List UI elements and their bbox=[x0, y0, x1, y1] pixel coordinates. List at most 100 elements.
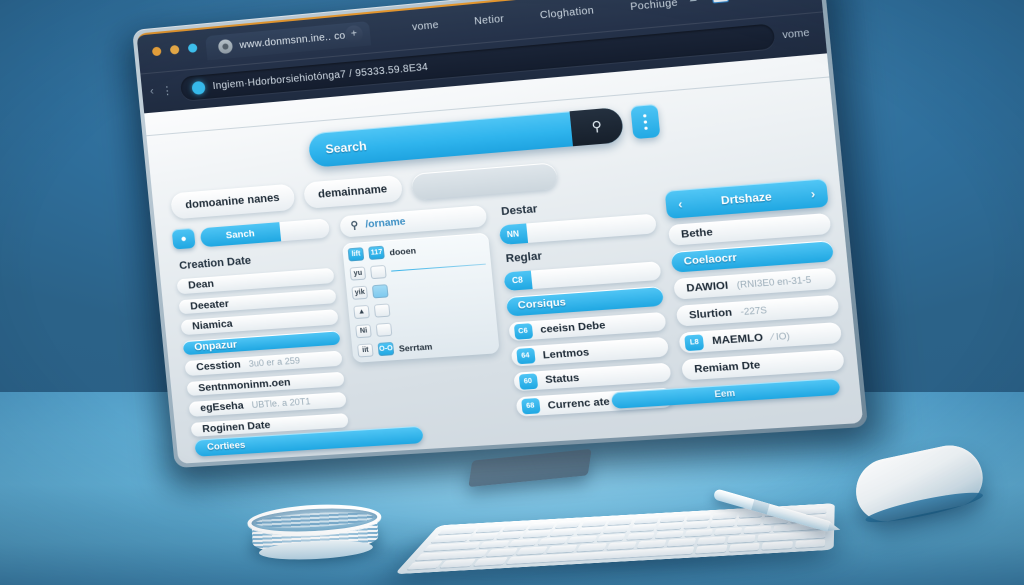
chevron-right-icon[interactable]: › bbox=[810, 186, 816, 201]
key[interactable] bbox=[625, 532, 656, 541]
key[interactable] bbox=[549, 528, 578, 537]
key-cmd-right[interactable] bbox=[695, 544, 728, 554]
key[interactable] bbox=[485, 547, 518, 557]
list-item[interactable]: egEseha UBTle. a 20T1 bbox=[188, 391, 347, 417]
key[interactable] bbox=[714, 527, 742, 536]
checkbox-icon[interactable]: Ni bbox=[355, 324, 372, 339]
find-input[interactable]: ⚲ /orname bbox=[339, 205, 487, 238]
browser-menu-button[interactable]: ⋮ bbox=[161, 83, 173, 97]
pill-domainname[interactable]: demainname bbox=[302, 174, 403, 209]
key[interactable] bbox=[576, 542, 608, 552]
key[interactable] bbox=[508, 538, 540, 547]
window-controls[interactable] bbox=[151, 43, 198, 57]
key[interactable] bbox=[683, 521, 710, 529]
key[interactable] bbox=[478, 540, 511, 549]
key[interactable] bbox=[606, 541, 637, 550]
chevron-left-icon[interactable]: ‹ bbox=[677, 196, 683, 211]
pill-blank[interactable] bbox=[410, 162, 558, 201]
back-button[interactable]: ‹ bbox=[150, 85, 155, 97]
list-item[interactable]: Niamica bbox=[180, 309, 339, 335]
key-arrow[interactable] bbox=[761, 541, 793, 550]
key[interactable] bbox=[736, 518, 762, 526]
reglar-input[interactable]: C8 bbox=[502, 260, 662, 292]
key[interactable] bbox=[636, 539, 667, 549]
nav-link-cloghation[interactable]: Cloghation bbox=[539, 5, 594, 21]
pagination-control[interactable]: ‹ Drtshaze › bbox=[664, 178, 829, 219]
key[interactable] bbox=[666, 538, 697, 547]
list-item[interactable]: Sentnmoninm.oen bbox=[186, 371, 345, 397]
magnifier-icon[interactable]: ⚲ bbox=[569, 106, 625, 147]
key[interactable] bbox=[496, 531, 525, 540]
key[interactable] bbox=[596, 533, 627, 542]
key[interactable] bbox=[603, 525, 630, 534]
key[interactable] bbox=[469, 532, 499, 541]
key[interactable] bbox=[528, 521, 557, 530]
key[interactable] bbox=[684, 528, 713, 537]
checkbox-icon[interactable]: lift bbox=[347, 247, 365, 262]
key-alt-right[interactable] bbox=[728, 543, 760, 552]
key[interactable] bbox=[712, 511, 738, 520]
list-item-selected[interactable]: Corsiqus bbox=[505, 286, 665, 317]
key[interactable] bbox=[743, 525, 771, 534]
list-item[interactable]: C6 ceeisn Debe bbox=[507, 311, 667, 342]
extension-icon[interactable] bbox=[711, 0, 730, 4]
key[interactable] bbox=[655, 530, 685, 539]
key-alt[interactable] bbox=[440, 558, 476, 568]
list-item[interactable]: Slurtion -227S bbox=[676, 294, 840, 327]
home-icon[interactable]: ▲ bbox=[685, 0, 700, 5]
list-item[interactable]: 64 Lentmos bbox=[510, 337, 670, 367]
pill-domain-names[interactable]: domoanine nanes bbox=[170, 183, 296, 220]
key[interactable] bbox=[502, 523, 531, 531]
nav-link-pochiuge[interactable]: Pochiuge bbox=[630, 0, 679, 13]
list-item[interactable]: Cesstion 3u0 er a 259 bbox=[184, 350, 343, 376]
key[interactable] bbox=[659, 514, 686, 523]
checkbox-box[interactable] bbox=[372, 284, 389, 299]
key[interactable] bbox=[576, 526, 604, 535]
key[interactable] bbox=[710, 519, 736, 528]
list-item[interactable]: Bethe bbox=[668, 212, 832, 246]
nav-link-vome[interactable]: vome bbox=[412, 20, 440, 34]
nav-link-netior[interactable]: Netior bbox=[474, 14, 505, 28]
checkbox-box[interactable] bbox=[370, 264, 387, 280]
window-control-minimize[interactable] bbox=[169, 44, 180, 55]
search-toggle[interactable]: Sanch bbox=[199, 217, 331, 247]
person-icon[interactable]: ● bbox=[171, 227, 196, 250]
key[interactable] bbox=[629, 524, 657, 532]
browser-tab[interactable]: www.donmsnn.ine.. com. bbox=[205, 21, 371, 61]
key[interactable] bbox=[430, 534, 472, 543]
window-control-close[interactable] bbox=[151, 46, 162, 57]
destar-input[interactable]: NN bbox=[498, 213, 658, 245]
key[interactable] bbox=[656, 522, 683, 531]
window-control-maximize[interactable] bbox=[187, 43, 198, 53]
key[interactable] bbox=[522, 529, 551, 538]
checkbox-icon[interactable]: yu bbox=[349, 266, 367, 281]
list-item[interactable]: 60 Status bbox=[512, 362, 672, 392]
key[interactable] bbox=[581, 519, 608, 527]
checkbox-icon[interactable]: ▲ bbox=[353, 304, 371, 320]
checkbox-icon[interactable]: yik bbox=[351, 285, 369, 300]
key[interactable] bbox=[476, 524, 505, 533]
checkbox-box[interactable] bbox=[373, 303, 391, 318]
key-arrow[interactable] bbox=[794, 539, 826, 548]
key[interactable] bbox=[727, 534, 756, 543]
key[interactable] bbox=[633, 516, 660, 524]
key[interactable] bbox=[537, 536, 569, 546]
key[interactable] bbox=[516, 546, 548, 555]
list-item-selected[interactable]: Coelaocrr bbox=[670, 240, 835, 273]
checkbox-icon[interactable]: iit bbox=[357, 343, 374, 358]
key[interactable] bbox=[697, 536, 726, 545]
list-item[interactable]: L8 MAEMLO ⁄ IO) bbox=[678, 321, 843, 354]
key-ctrl[interactable] bbox=[406, 560, 444, 570]
key[interactable] bbox=[546, 544, 578, 554]
key-cmd[interactable] bbox=[473, 557, 509, 566]
search-input[interactable]: Search ⚲ bbox=[307, 106, 625, 168]
mesh-basket[interactable] bbox=[246, 501, 384, 563]
key[interactable] bbox=[567, 535, 598, 544]
three-dots-icon[interactable] bbox=[630, 103, 661, 140]
key[interactable] bbox=[686, 513, 712, 521]
list-item[interactable]: Remiam Dte bbox=[681, 349, 845, 381]
key[interactable] bbox=[554, 520, 582, 529]
list-item[interactable]: DAWIOI (RNI3E0 en-31-5 bbox=[673, 267, 837, 300]
checkbox-box[interactable] bbox=[375, 322, 393, 337]
key[interactable] bbox=[607, 517, 634, 526]
